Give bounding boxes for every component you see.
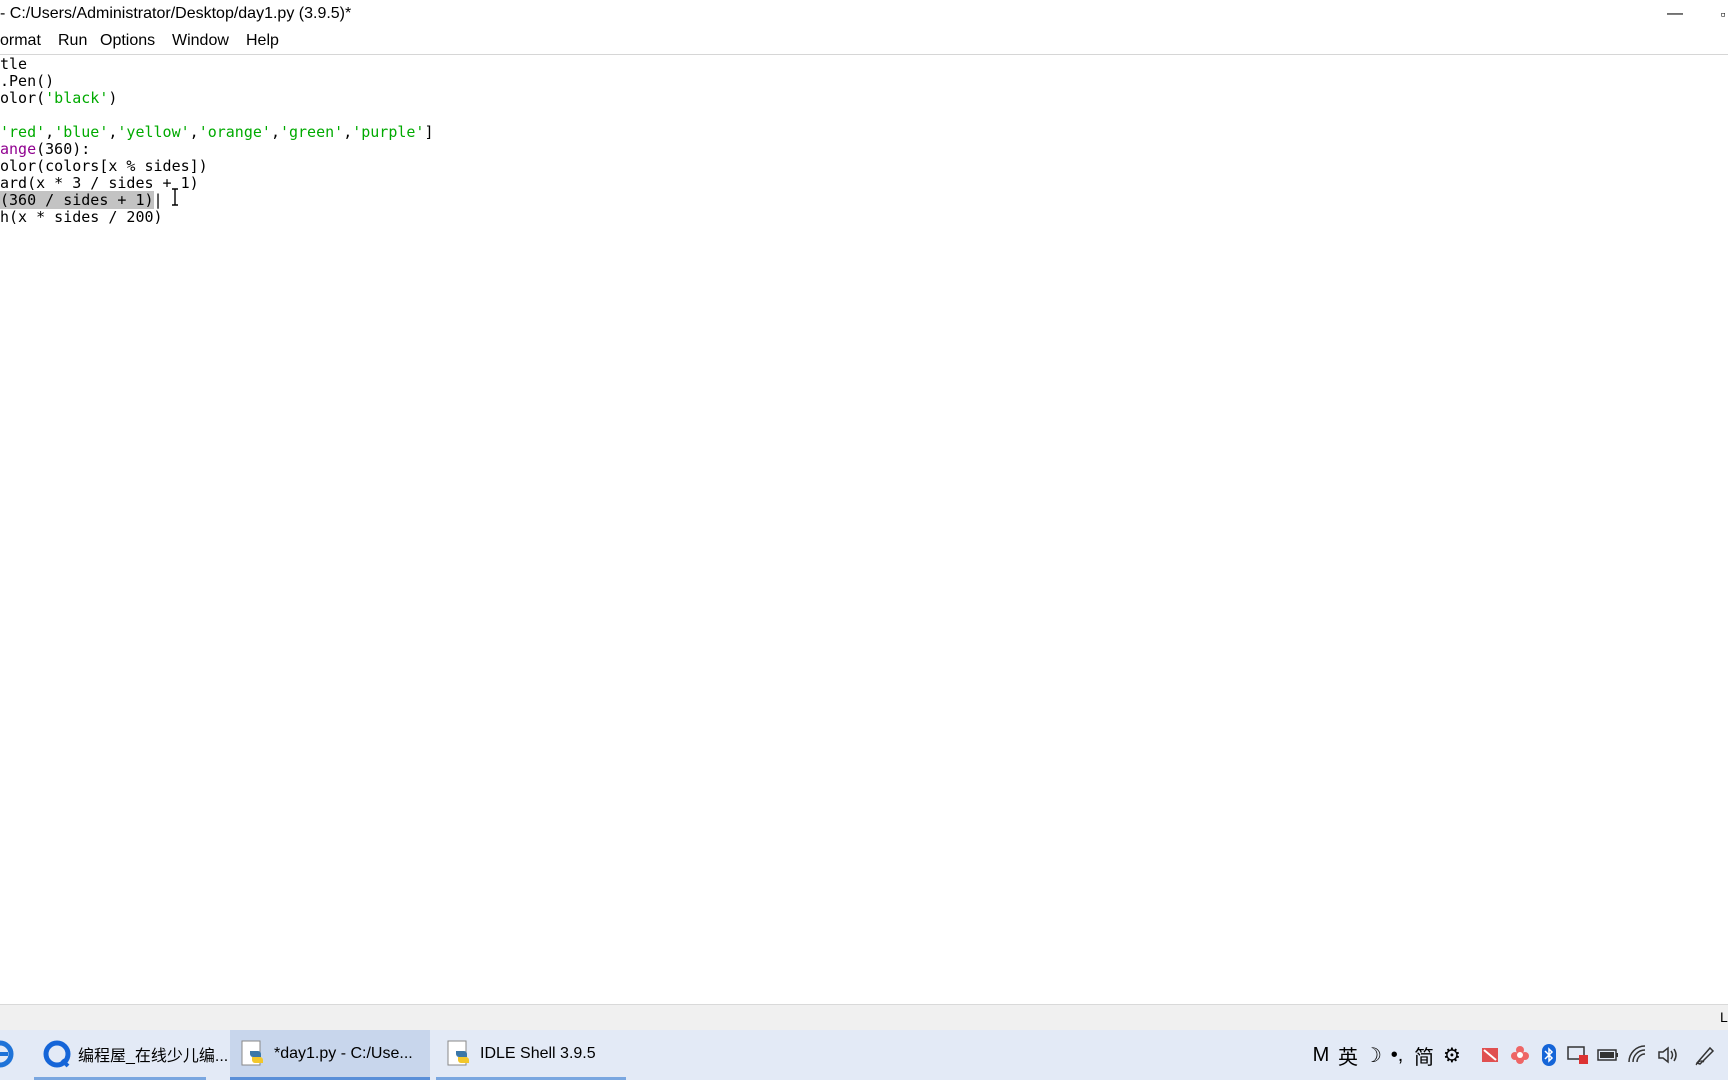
idle-editor-window: - C:/Users/Administrator/Desktop/day1.py… — [0, 0, 1728, 1031]
code-token: 'yellow' — [117, 123, 190, 141]
code-token: ) — [108, 89, 118, 107]
code-token: ] — [424, 123, 434, 141]
ime-language[interactable]: 英 — [1334, 1030, 1362, 1080]
code-token: 'green' — [279, 123, 344, 141]
ime-simplified[interactable]: 简 — [1410, 1030, 1438, 1080]
taskbar-item-label: *day1.py - C:/Use... — [274, 1044, 413, 1062]
punctuation-icon[interactable]: •, — [1384, 1030, 1410, 1080]
text-cursor-icon — [170, 188, 180, 206]
taskbar-item-label: IDLE Shell 3.9.5 — [480, 1044, 596, 1062]
code-token: 'orange' — [198, 123, 271, 141]
status-bar: L — [0, 1004, 1728, 1031]
ime-mode[interactable]: M — [1308, 1030, 1334, 1080]
window-title: - C:/Users/Administrator/Desktop/day1.py… — [0, 5, 352, 22]
wifi-icon[interactable] — [1624, 1030, 1652, 1080]
code-line[interactable]: ange(360): — [0, 141, 90, 158]
minimize-button[interactable]: — — [1660, 0, 1690, 28]
gear-icon[interactable]: ⚙ — [1438, 1030, 1466, 1080]
title-bar[interactable]: - C:/Users/Administrator/Desktop/day1.py… — [0, 0, 1728, 28]
code-token: (360): — [36, 140, 91, 158]
python-file-icon — [444, 1039, 474, 1069]
battery-icon[interactable] — [1594, 1030, 1622, 1080]
code-token: tle — [0, 55, 28, 73]
code-line[interactable]: 'red','blue','yellow','orange','green','… — [0, 124, 434, 141]
pen-icon[interactable] — [1690, 1030, 1720, 1080]
taskbar-item-idle-shell[interactable]: IDLE Shell 3.9.5 — [436, 1030, 626, 1080]
browser-icon — [42, 1039, 72, 1069]
menu-window[interactable]: Window — [172, 32, 229, 50]
code-token: 'black' — [45, 89, 109, 107]
taskbar-item-browser[interactable]: 编程屋_在线少儿编... — [34, 1030, 228, 1080]
code-line[interactable]: (360 / sides + 1)| — [0, 191, 163, 209]
code-line[interactable]: ard(x * 3 / sides + 1) — [0, 175, 199, 192]
code-token: 'red' — [0, 123, 46, 141]
code-token: 'purple' — [352, 123, 425, 141]
code-line[interactable]: olor(colors[x % sides]) — [0, 158, 208, 175]
flower-icon[interactable] — [1506, 1030, 1534, 1080]
bluetooth-icon[interactable] — [1536, 1030, 1562, 1080]
menu-run[interactable]: Run — [58, 32, 87, 50]
menu-help[interactable]: Help — [246, 32, 279, 50]
volume-icon[interactable] — [1654, 1030, 1682, 1080]
taskbar-item-label: 编程屋_在线少儿编... — [78, 1047, 229, 1065]
taskbar: 编程屋_在线少儿编... *day1.py - C:/Use... IDLE S… — [0, 1030, 1728, 1080]
code-token: , — [343, 123, 353, 141]
code-token: olor(colors[x % sides]) — [0, 157, 208, 175]
code-line[interactable]: .Pen() — [0, 73, 54, 90]
code-line[interactable]: olor('black') — [0, 90, 117, 107]
code-token: olor( — [0, 89, 46, 107]
code-editor[interactable]: h(x * sides / 200) (360 / sides + 1)| ard(… — [0, 56, 1728, 1004]
menu-format[interactable]: ormat — [0, 32, 41, 50]
code-token: 'blue' — [54, 123, 109, 141]
minimize-icon: — — [1667, 5, 1683, 22]
network-warning-icon[interactable] — [1564, 1030, 1592, 1080]
code-line[interactable]: h(x * sides / 200) — [0, 209, 163, 226]
ie-browser-icon[interactable] — [0, 1038, 14, 1070]
code-token: | — [153, 191, 163, 209]
app-tray-icon[interactable] — [1476, 1030, 1504, 1080]
code-token: ard(x * 3 / sides + 1) — [0, 174, 199, 192]
code-token: , — [270, 123, 280, 141]
code-token: .Pen() — [0, 72, 55, 90]
code-token: , — [189, 123, 199, 141]
maximize-button[interactable]: ▫ — [1718, 0, 1728, 28]
code-token: (360 / sides + 1) — [0, 191, 154, 209]
menu-options[interactable]: Options — [100, 32, 155, 50]
status-line-col: L — [1720, 1009, 1728, 1025]
menu-bar: ormat Run Options Window Help — [0, 28, 1728, 55]
code-line[interactable]: tle — [0, 56, 27, 73]
code-token: ange — [0, 140, 37, 158]
python-file-icon — [238, 1039, 268, 1069]
maximize-icon: ▫ — [1720, 6, 1726, 22]
taskbar-item-day1-editor[interactable]: *day1.py - C:/Use... — [230, 1030, 430, 1080]
moon-icon[interactable]: ☽ — [1362, 1030, 1384, 1080]
code-token: , — [45, 123, 55, 141]
code-token: h(x * sides / 200) — [0, 208, 163, 226]
